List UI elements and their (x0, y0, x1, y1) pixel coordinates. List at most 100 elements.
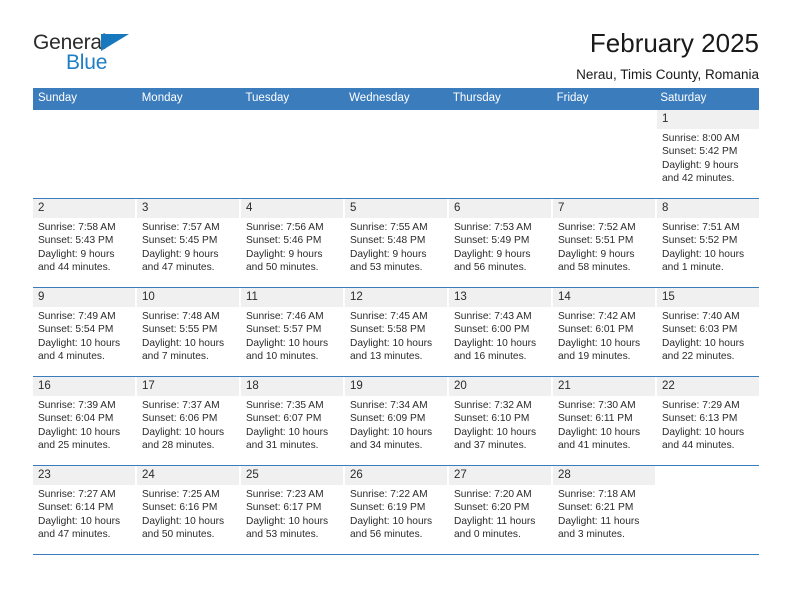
sunset-text: Sunset: 6:03 PM (662, 324, 738, 336)
sunset-text: Sunset: 6:16 PM (142, 502, 218, 514)
day-number-band: 21 (553, 377, 655, 396)
daylight-text: Daylight: 10 hours and 44 minutes. (662, 426, 745, 452)
day-cell[interactable]: 16 Sunrise: 7:39 AM Sunset: 6:04 PM Dayligh… (33, 377, 135, 465)
day-cell[interactable]: 7 Sunrise: 7:52 AM Sunset: 5:51 PM Daylight… (553, 199, 655, 287)
day-number: 27 (454, 469, 467, 481)
day-info: Sunrise: 7:45 AM Sunset: 5:58 PM Daylight:… (345, 307, 447, 364)
weekday-header-monday: Monday (141, 92, 183, 104)
day-cell[interactable]: 5 Sunrise: 7:55 AM Sunset: 5:48 PM Daylight… (345, 199, 447, 287)
day-number-band (33, 110, 135, 129)
daylight-text: Daylight: 11 hours and 3 minutes. (558, 515, 640, 541)
empty-day-cell (449, 110, 551, 198)
sunrise-text: Sunrise: 7:43 AM (454, 311, 532, 322)
sunset-text: Sunset: 5:46 PM (246, 235, 322, 247)
day-number-band: 10 (137, 288, 239, 307)
sunrise-text: Sunrise: 7:51 AM (662, 222, 740, 233)
day-info: Sunrise: 7:32 AM Sunset: 6:10 PM Daylight:… (449, 396, 551, 453)
empty-day-cell (345, 110, 447, 198)
day-info: Sunrise: 7:34 AM Sunset: 6:09 PM Daylight:… (345, 396, 447, 453)
sunset-text: Sunset: 5:49 PM (454, 235, 530, 247)
day-cell[interactable]: 15 Sunrise: 7:40 AM Sunset: 6:03 PM Dayligh… (657, 288, 759, 376)
day-number: 12 (350, 291, 363, 303)
sunrise-text: Sunrise: 7:57 AM (142, 222, 220, 233)
sunset-text: Sunset: 6:21 PM (558, 502, 634, 514)
day-cell[interactable]: 25 Sunrise: 7:23 AM Sunset: 6:17 PM Dayligh… (241, 466, 343, 554)
sunset-text: Sunset: 5:43 PM (38, 235, 114, 247)
day-number: 18 (246, 380, 259, 392)
sunset-text: Sunset: 5:58 PM (350, 324, 426, 336)
general-blue-logo[interactable]: General Blue (33, 28, 153, 76)
day-cell[interactable]: 28 Sunrise: 7:18 AM Sunset: 6:21 PM Dayligh… (553, 466, 655, 554)
sunrise-text: Sunrise: 7:45 AM (350, 311, 428, 322)
day-cell[interactable]: 22 Sunrise: 7:29 AM Sunset: 6:13 PM Dayligh… (657, 377, 759, 465)
day-info: Sunrise: 7:40 AM Sunset: 6:03 PM Daylight:… (657, 307, 759, 364)
day-number: 1 (662, 113, 669, 125)
daylight-text: Daylight: 10 hours and 56 minutes. (350, 515, 433, 541)
daylight-text: Daylight: 10 hours and 50 minutes. (142, 515, 225, 541)
sunrise-text: Sunrise: 7:27 AM (38, 489, 116, 500)
day-cell[interactable]: 19 Sunrise: 7:34 AM Sunset: 6:09 PM Dayligh… (345, 377, 447, 465)
day-cell[interactable]: 11 Sunrise: 7:46 AM Sunset: 5:57 PM Dayligh… (241, 288, 343, 376)
day-info: Sunrise: 7:29 AM Sunset: 6:13 PM Daylight:… (657, 396, 759, 453)
page-title: February 2025 (589, 28, 759, 58)
day-cell[interactable]: 6 Sunrise: 7:53 AM Sunset: 5:49 PM Daylight… (449, 199, 551, 287)
daylight-text: Daylight: 9 hours and 58 minutes. (558, 248, 635, 274)
day-cell[interactable]: 17 Sunrise: 7:37 AM Sunset: 6:06 PM Dayligh… (137, 377, 239, 465)
day-cell[interactable]: 12 Sunrise: 7:45 AM Sunset: 5:58 PM Dayligh… (345, 288, 447, 376)
day-number: 24 (142, 469, 155, 481)
day-cell[interactable]: 13 Sunrise: 7:43 AM Sunset: 6:00 PM Dayligh… (449, 288, 551, 376)
day-number: 10 (142, 291, 155, 303)
sunrise-text: Sunrise: 7:58 AM (38, 222, 116, 233)
day-info: Sunrise: 8:00 AM Sunset: 5:42 PM Daylight:… (657, 129, 759, 186)
day-cell[interactable]: 14 Sunrise: 7:42 AM Sunset: 6:01 PM Dayligh… (553, 288, 655, 376)
daylight-text: Daylight: 9 hours and 53 minutes. (350, 248, 427, 274)
day-number: 25 (246, 469, 259, 481)
day-cell[interactable]: 1 Sunrise: 8:00 AM Sunset: 5:42 PM Daylight… (657, 110, 759, 198)
day-cell[interactable]: 9 Sunrise: 7:49 AM Sunset: 5:54 PM Daylight… (33, 288, 135, 376)
day-info: Sunrise: 7:49 AM Sunset: 5:54 PM Daylight:… (33, 307, 135, 364)
day-cell[interactable]: 3 Sunrise: 7:57 AM Sunset: 5:45 PM Daylight… (137, 199, 239, 287)
day-number: 28 (558, 469, 571, 481)
day-cell[interactable]: 23 Sunrise: 7:27 AM Sunset: 6:14 PM Dayligh… (33, 466, 135, 554)
daylight-text: Daylight: 10 hours and 41 minutes. (558, 426, 641, 452)
day-cell[interactable]: 18 Sunrise: 7:35 AM Sunset: 6:07 PM Dayligh… (241, 377, 343, 465)
day-cell[interactable]: 10 Sunrise: 7:48 AM Sunset: 5:55 PM Dayligh… (137, 288, 239, 376)
empty-day-cell (657, 466, 759, 554)
day-number: 15 (662, 291, 675, 303)
day-cell[interactable]: 26 Sunrise: 7:22 AM Sunset: 6:19 PM Dayligh… (345, 466, 447, 554)
daylight-text: Daylight: 10 hours and 28 minutes. (142, 426, 225, 452)
day-cell[interactable]: 27 Sunrise: 7:20 AM Sunset: 6:20 PM Dayligh… (449, 466, 551, 554)
day-cell[interactable]: 4 Sunrise: 7:56 AM Sunset: 5:46 PM Daylight… (241, 199, 343, 287)
day-info: Sunrise: 7:52 AM Sunset: 5:51 PM Daylight:… (553, 218, 655, 275)
week-row: 23 Sunrise: 7:27 AM Sunset: 6:14 PM Dayligh… (33, 465, 759, 555)
sunset-text: Sunset: 6:10 PM (454, 413, 530, 425)
day-number-band: 5 (345, 199, 447, 218)
day-cell[interactable]: 24 Sunrise: 7:25 AM Sunset: 6:16 PM Dayligh… (137, 466, 239, 554)
day-cell[interactable]: 21 Sunrise: 7:30 AM Sunset: 6:11 PM Dayligh… (553, 377, 655, 465)
daylight-text: Daylight: 10 hours and 4 minutes. (38, 337, 121, 363)
sunset-text: Sunset: 6:09 PM (350, 413, 426, 425)
day-cell[interactable]: 2 Sunrise: 7:58 AM Sunset: 5:43 PM Daylight… (33, 199, 135, 287)
sunset-text: Sunset: 5:52 PM (662, 235, 738, 247)
day-info: Sunrise: 7:56 AM Sunset: 5:46 PM Daylight:… (241, 218, 343, 275)
day-number: 3 (142, 202, 149, 214)
day-number-band: 19 (345, 377, 447, 396)
sunset-text: Sunset: 6:13 PM (662, 413, 738, 425)
day-number: 19 (350, 380, 363, 392)
sunset-text: Sunset: 6:11 PM (558, 413, 633, 425)
day-info: Sunrise: 7:18 AM Sunset: 6:21 PM Daylight:… (553, 485, 655, 542)
weekday-header-tuesday: Tuesday (245, 92, 290, 104)
sunrise-text: Sunrise: 7:42 AM (558, 311, 636, 322)
sunset-text: Sunset: 6:19 PM (350, 502, 426, 514)
day-info: Sunrise: 7:22 AM Sunset: 6:19 PM Daylight:… (345, 485, 447, 542)
week-row: 2 Sunrise: 7:58 AM Sunset: 5:43 PM Daylight… (33, 198, 759, 287)
daylight-text: Daylight: 10 hours and 25 minutes. (38, 426, 121, 452)
day-number-band (345, 110, 447, 129)
day-cell[interactable]: 8 Sunrise: 7:51 AM Sunset: 5:52 PM Daylight… (657, 199, 759, 287)
day-number-band: 16 (33, 377, 135, 396)
daylight-text: Daylight: 9 hours and 47 minutes. (142, 248, 219, 274)
day-cell[interactable]: 20 Sunrise: 7:32 AM Sunset: 6:10 PM Dayligh… (449, 377, 551, 465)
empty-day-cell (241, 110, 343, 198)
sunset-text: Sunset: 5:51 PM (558, 235, 634, 247)
sunrise-text: Sunrise: 7:32 AM (454, 400, 532, 411)
